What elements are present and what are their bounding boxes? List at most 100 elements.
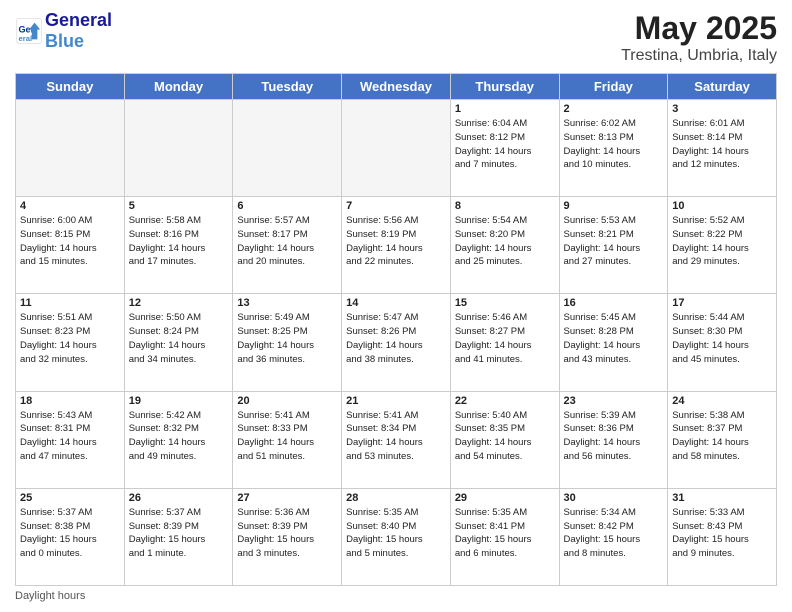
day-number: 20 xyxy=(237,395,337,407)
weekday-monday: Monday xyxy=(124,74,233,100)
day-cell: 23Sunrise: 5:39 AM Sunset: 8:36 PM Dayli… xyxy=(559,391,668,488)
day-info: Sunrise: 5:35 AM Sunset: 8:41 PM Dayligh… xyxy=(455,506,555,561)
day-cell: 5Sunrise: 5:58 AM Sunset: 8:16 PM Daylig… xyxy=(124,197,233,294)
day-info: Sunrise: 5:34 AM Sunset: 8:42 PM Dayligh… xyxy=(564,506,664,561)
day-number: 7 xyxy=(346,200,446,212)
day-info: Sunrise: 5:37 AM Sunset: 8:39 PM Dayligh… xyxy=(129,506,229,561)
weekday-sunday: Sunday xyxy=(16,74,125,100)
day-info: Sunrise: 6:01 AM Sunset: 8:14 PM Dayligh… xyxy=(672,117,772,172)
location: Trestina, Umbria, Italy xyxy=(621,47,777,65)
day-cell: 31 Sunrise: 5:33 AM Sunset: 8:43 PM Dayli… xyxy=(668,488,777,585)
page: Gen eral General Blue May 2025 Trestina,… xyxy=(0,0,792,612)
day-cell xyxy=(16,100,125,197)
day-cell: 26 Sunrise: 5:37 AM Sunset: 8:39 PM Dayli… xyxy=(124,488,233,585)
day-cell: 2Sunrise: 6:02 AM Sunset: 8:13 PM Daylig… xyxy=(559,100,668,197)
day-info: Sunrise: 5:41 AM Sunset: 8:33 PM Dayligh… xyxy=(237,409,337,464)
logo-line1: General xyxy=(45,10,112,31)
day-cell: 21 Sunrise: 5:41 AM Sunset: 8:34 PM Dayli… xyxy=(342,391,451,488)
day-info: Sunrise: 5:47 AM Sunset: 8:26 PM Dayligh… xyxy=(346,311,446,366)
day-number: 14 xyxy=(346,297,446,309)
day-number: 13 xyxy=(237,297,337,309)
weekday-saturday: Saturday xyxy=(668,74,777,100)
month-title: May 2025 xyxy=(621,10,777,47)
logo-text-container: General Blue xyxy=(45,10,112,52)
day-number: 17 xyxy=(672,297,772,309)
day-info: Sunrise: 5:44 AM Sunset: 8:30 PM Dayligh… xyxy=(672,311,772,366)
day-cell: 1 Sunrise: 6:04 AM Sunset: 8:12 PM Daylig… xyxy=(450,100,559,197)
day-number: 4 xyxy=(20,200,120,212)
day-cell: 3 Sunrise: 6:01 AM Sunset: 8:14 PM Daylig… xyxy=(668,100,777,197)
day-cell: 24 Sunrise: 5:38 AM Sunset: 8:37 PM Dayli… xyxy=(668,391,777,488)
footer-note: Daylight hours xyxy=(15,590,777,602)
day-number: 22 xyxy=(455,395,555,407)
day-info: Sunrise: 5:57 AM Sunset: 8:17 PM Dayligh… xyxy=(237,214,337,269)
day-number: 6 xyxy=(237,200,337,212)
day-cell: 17 Sunrise: 5:44 AM Sunset: 8:30 PM Dayli… xyxy=(668,294,777,391)
day-cell: 12Sunrise: 5:50 AM Sunset: 8:24 PM Dayli… xyxy=(124,294,233,391)
day-cell: 19 Sunrise: 5:42 AM Sunset: 8:32 PM Dayli… xyxy=(124,391,233,488)
day-number: 19 xyxy=(129,395,229,407)
day-cell: 16Sunrise: 5:45 AM Sunset: 8:28 PM Dayli… xyxy=(559,294,668,391)
day-cell: 22 Sunrise: 5:40 AM Sunset: 8:35 PM Dayli… xyxy=(450,391,559,488)
day-info: Sunrise: 5:45 AM Sunset: 8:28 PM Dayligh… xyxy=(564,311,664,366)
day-info: Sunrise: 6:00 AM Sunset: 8:15 PM Dayligh… xyxy=(20,214,120,269)
logo: Gen eral General Blue xyxy=(15,10,112,52)
day-cell: 28 Sunrise: 5:35 AM Sunset: 8:40 PM Dayli… xyxy=(342,488,451,585)
day-cell xyxy=(233,100,342,197)
weekday-thursday: Thursday xyxy=(450,74,559,100)
day-info: Sunrise: 5:56 AM Sunset: 8:19 PM Dayligh… xyxy=(346,214,446,269)
week-row-2: 4 Sunrise: 6:00 AM Sunset: 8:15 PM Daylig… xyxy=(16,197,777,294)
day-info: Sunrise: 5:37 AM Sunset: 8:38 PM Dayligh… xyxy=(20,506,120,561)
day-number: 27 xyxy=(237,492,337,504)
week-row-1: 1 Sunrise: 6:04 AM Sunset: 8:12 PM Daylig… xyxy=(16,100,777,197)
day-info: Sunrise: 6:02 AM Sunset: 8:13 PM Dayligh… xyxy=(564,117,664,172)
day-cell: 10Sunrise: 5:52 AM Sunset: 8:22 PM Dayli… xyxy=(668,197,777,294)
day-number: 9 xyxy=(564,200,664,212)
day-number: 12 xyxy=(129,297,229,309)
day-cell: 18Sunrise: 5:43 AM Sunset: 8:31 PM Dayli… xyxy=(16,391,125,488)
day-cell: 13Sunrise: 5:49 AM Sunset: 8:25 PM Dayli… xyxy=(233,294,342,391)
header: Gen eral General Blue May 2025 Trestina,… xyxy=(15,10,777,65)
week-row-5: 25 Sunrise: 5:37 AM Sunset: 8:38 PM Dayli… xyxy=(16,488,777,585)
day-info: Sunrise: 5:51 AM Sunset: 8:23 PM Dayligh… xyxy=(20,311,120,366)
day-number: 29 xyxy=(455,492,555,504)
day-number: 3 xyxy=(672,103,772,115)
title-block: May 2025 Trestina, Umbria, Italy xyxy=(621,10,777,65)
day-info: Sunrise: 6:04 AM Sunset: 8:12 PM Dayligh… xyxy=(455,117,555,172)
day-cell: 29 Sunrise: 5:35 AM Sunset: 8:41 PM Dayli… xyxy=(450,488,559,585)
logo-line2: Blue xyxy=(45,31,112,52)
day-number: 1 xyxy=(455,103,555,115)
day-number: 26 xyxy=(129,492,229,504)
weekday-wednesday: Wednesday xyxy=(342,74,451,100)
day-cell: 8Sunrise: 5:54 AM Sunset: 8:20 PM Daylig… xyxy=(450,197,559,294)
calendar-table: SundayMondayTuesdayWednesdayThursdayFrid… xyxy=(15,73,777,586)
week-row-3: 11Sunrise: 5:51 AM Sunset: 8:23 PM Dayli… xyxy=(16,294,777,391)
day-cell: 15Sunrise: 5:46 AM Sunset: 8:27 PM Dayli… xyxy=(450,294,559,391)
day-number: 5 xyxy=(129,200,229,212)
day-info: Sunrise: 5:40 AM Sunset: 8:35 PM Dayligh… xyxy=(455,409,555,464)
day-info: Sunrise: 5:52 AM Sunset: 8:22 PM Dayligh… xyxy=(672,214,772,269)
day-info: Sunrise: 5:36 AM Sunset: 8:39 PM Dayligh… xyxy=(237,506,337,561)
weekday-friday: Friday xyxy=(559,74,668,100)
day-info: Sunrise: 5:33 AM Sunset: 8:43 PM Dayligh… xyxy=(672,506,772,561)
day-number: 23 xyxy=(564,395,664,407)
day-number: 30 xyxy=(564,492,664,504)
day-info: Sunrise: 5:35 AM Sunset: 8:40 PM Dayligh… xyxy=(346,506,446,561)
day-number: 28 xyxy=(346,492,446,504)
day-cell: 25 Sunrise: 5:37 AM Sunset: 8:38 PM Dayli… xyxy=(16,488,125,585)
day-info: Sunrise: 5:53 AM Sunset: 8:21 PM Dayligh… xyxy=(564,214,664,269)
day-info: Sunrise: 5:38 AM Sunset: 8:37 PM Dayligh… xyxy=(672,409,772,464)
weekday-header-row: SundayMondayTuesdayWednesdayThursdayFrid… xyxy=(16,74,777,100)
day-cell: 9 Sunrise: 5:53 AM Sunset: 8:21 PM Daylig… xyxy=(559,197,668,294)
day-cell: 7 Sunrise: 5:56 AM Sunset: 8:19 PM Daylig… xyxy=(342,197,451,294)
day-number: 31 xyxy=(672,492,772,504)
svg-text:eral: eral xyxy=(19,34,33,43)
day-number: 15 xyxy=(455,297,555,309)
day-number: 24 xyxy=(672,395,772,407)
day-cell: 27 Sunrise: 5:36 AM Sunset: 8:39 PM Dayli… xyxy=(233,488,342,585)
week-row-4: 18Sunrise: 5:43 AM Sunset: 8:31 PM Dayli… xyxy=(16,391,777,488)
day-info: Sunrise: 5:42 AM Sunset: 8:32 PM Dayligh… xyxy=(129,409,229,464)
day-info: Sunrise: 5:41 AM Sunset: 8:34 PM Dayligh… xyxy=(346,409,446,464)
day-number: 25 xyxy=(20,492,120,504)
day-number: 21 xyxy=(346,395,446,407)
